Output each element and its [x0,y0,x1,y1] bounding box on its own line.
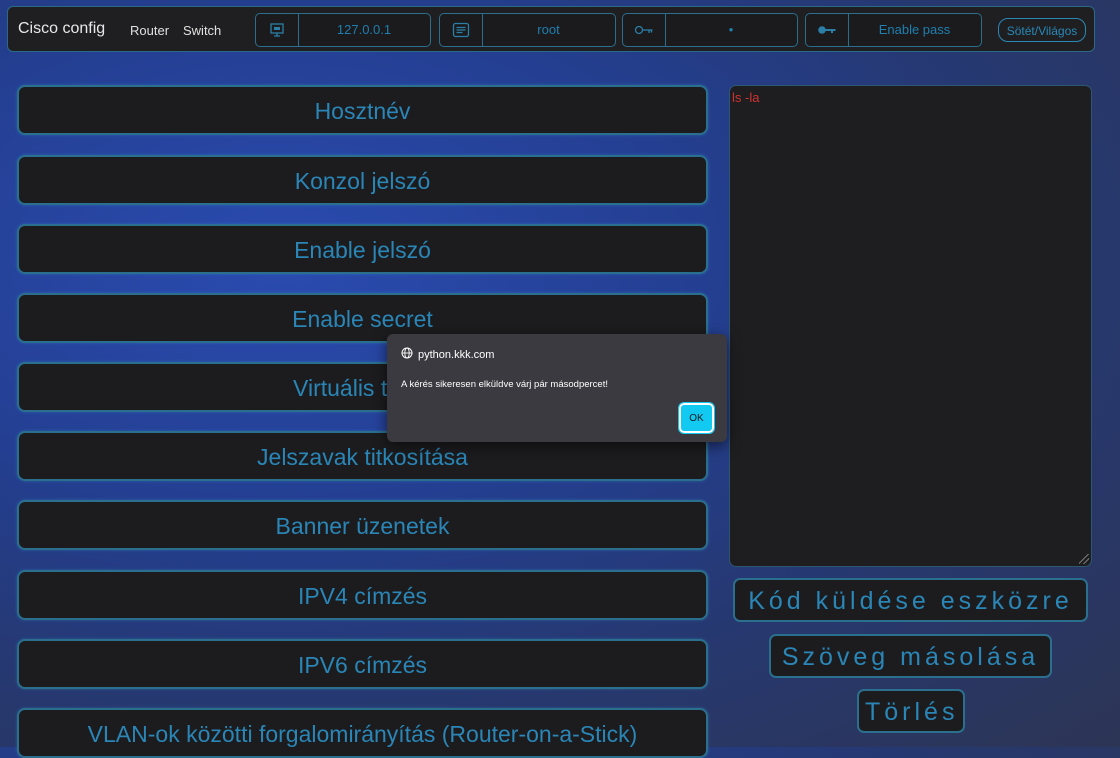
ip-address-field[interactable]: 127.0.0.1 [255,13,431,47]
ip-address-value: 127.0.0.1 [336,22,392,37]
alert-dialog: python.kkk.com A kérés sikeresen elküldv… [387,334,727,442]
command-text: ls -la [732,90,760,105]
enable-password-button[interactable]: Enable jelszó [17,224,708,274]
send-to-device-button[interactable]: Kód küldése eszközre [733,578,1088,622]
clear-button[interactable]: Törlés [857,689,965,733]
monitor-icon [256,14,299,46]
dialog-ok-button[interactable]: OK [678,402,715,434]
dialog-origin-text: python.kkk.com [418,348,495,361]
dialog-origin: python.kkk.com [401,347,494,362]
globe-icon [401,347,413,362]
command-textarea[interactable]: ls -la [729,85,1092,567]
brand-title[interactable]: Cisco config [18,20,105,38]
console-password-button[interactable]: Konzol jelszó [17,155,708,205]
enable-pass-field[interactable]: Enable pass [805,13,982,47]
key-outline-icon [623,14,666,46]
theme-toggle-button[interactable]: Sötét/Világos [998,18,1086,42]
password-value: • [728,22,734,37]
copy-text-button[interactable]: Szöveg másolása [769,634,1052,678]
dialog-message: A kérés sikeresen elküldve várj pár máso… [401,379,608,390]
document-icon [440,14,483,46]
nav-link-switch[interactable]: Switch [183,23,221,38]
nav-link-router[interactable]: Router [130,23,169,38]
ipv6-addressing-button[interactable]: IPV6 címzés [17,639,708,689]
username-field[interactable]: root [439,13,616,47]
key-solid-icon [806,14,849,46]
ipv4-addressing-button[interactable]: IPV4 címzés [17,570,708,620]
inter-vlan-routing-button[interactable]: VLAN-ok közötti forgalomirányítás (Route… [17,708,708,758]
password-field[interactable]: • [622,13,798,47]
banner-messages-button[interactable]: Banner üzenetek [17,500,708,550]
enable-pass-placeholder: Enable pass [878,22,951,37]
hostname-button[interactable]: Hosztnév [17,85,708,135]
resize-handle-icon[interactable] [1079,554,1089,564]
top-navbar: Cisco config Router Switch 127.0.0.1 roo… [7,6,1095,52]
username-value: root [537,22,560,37]
